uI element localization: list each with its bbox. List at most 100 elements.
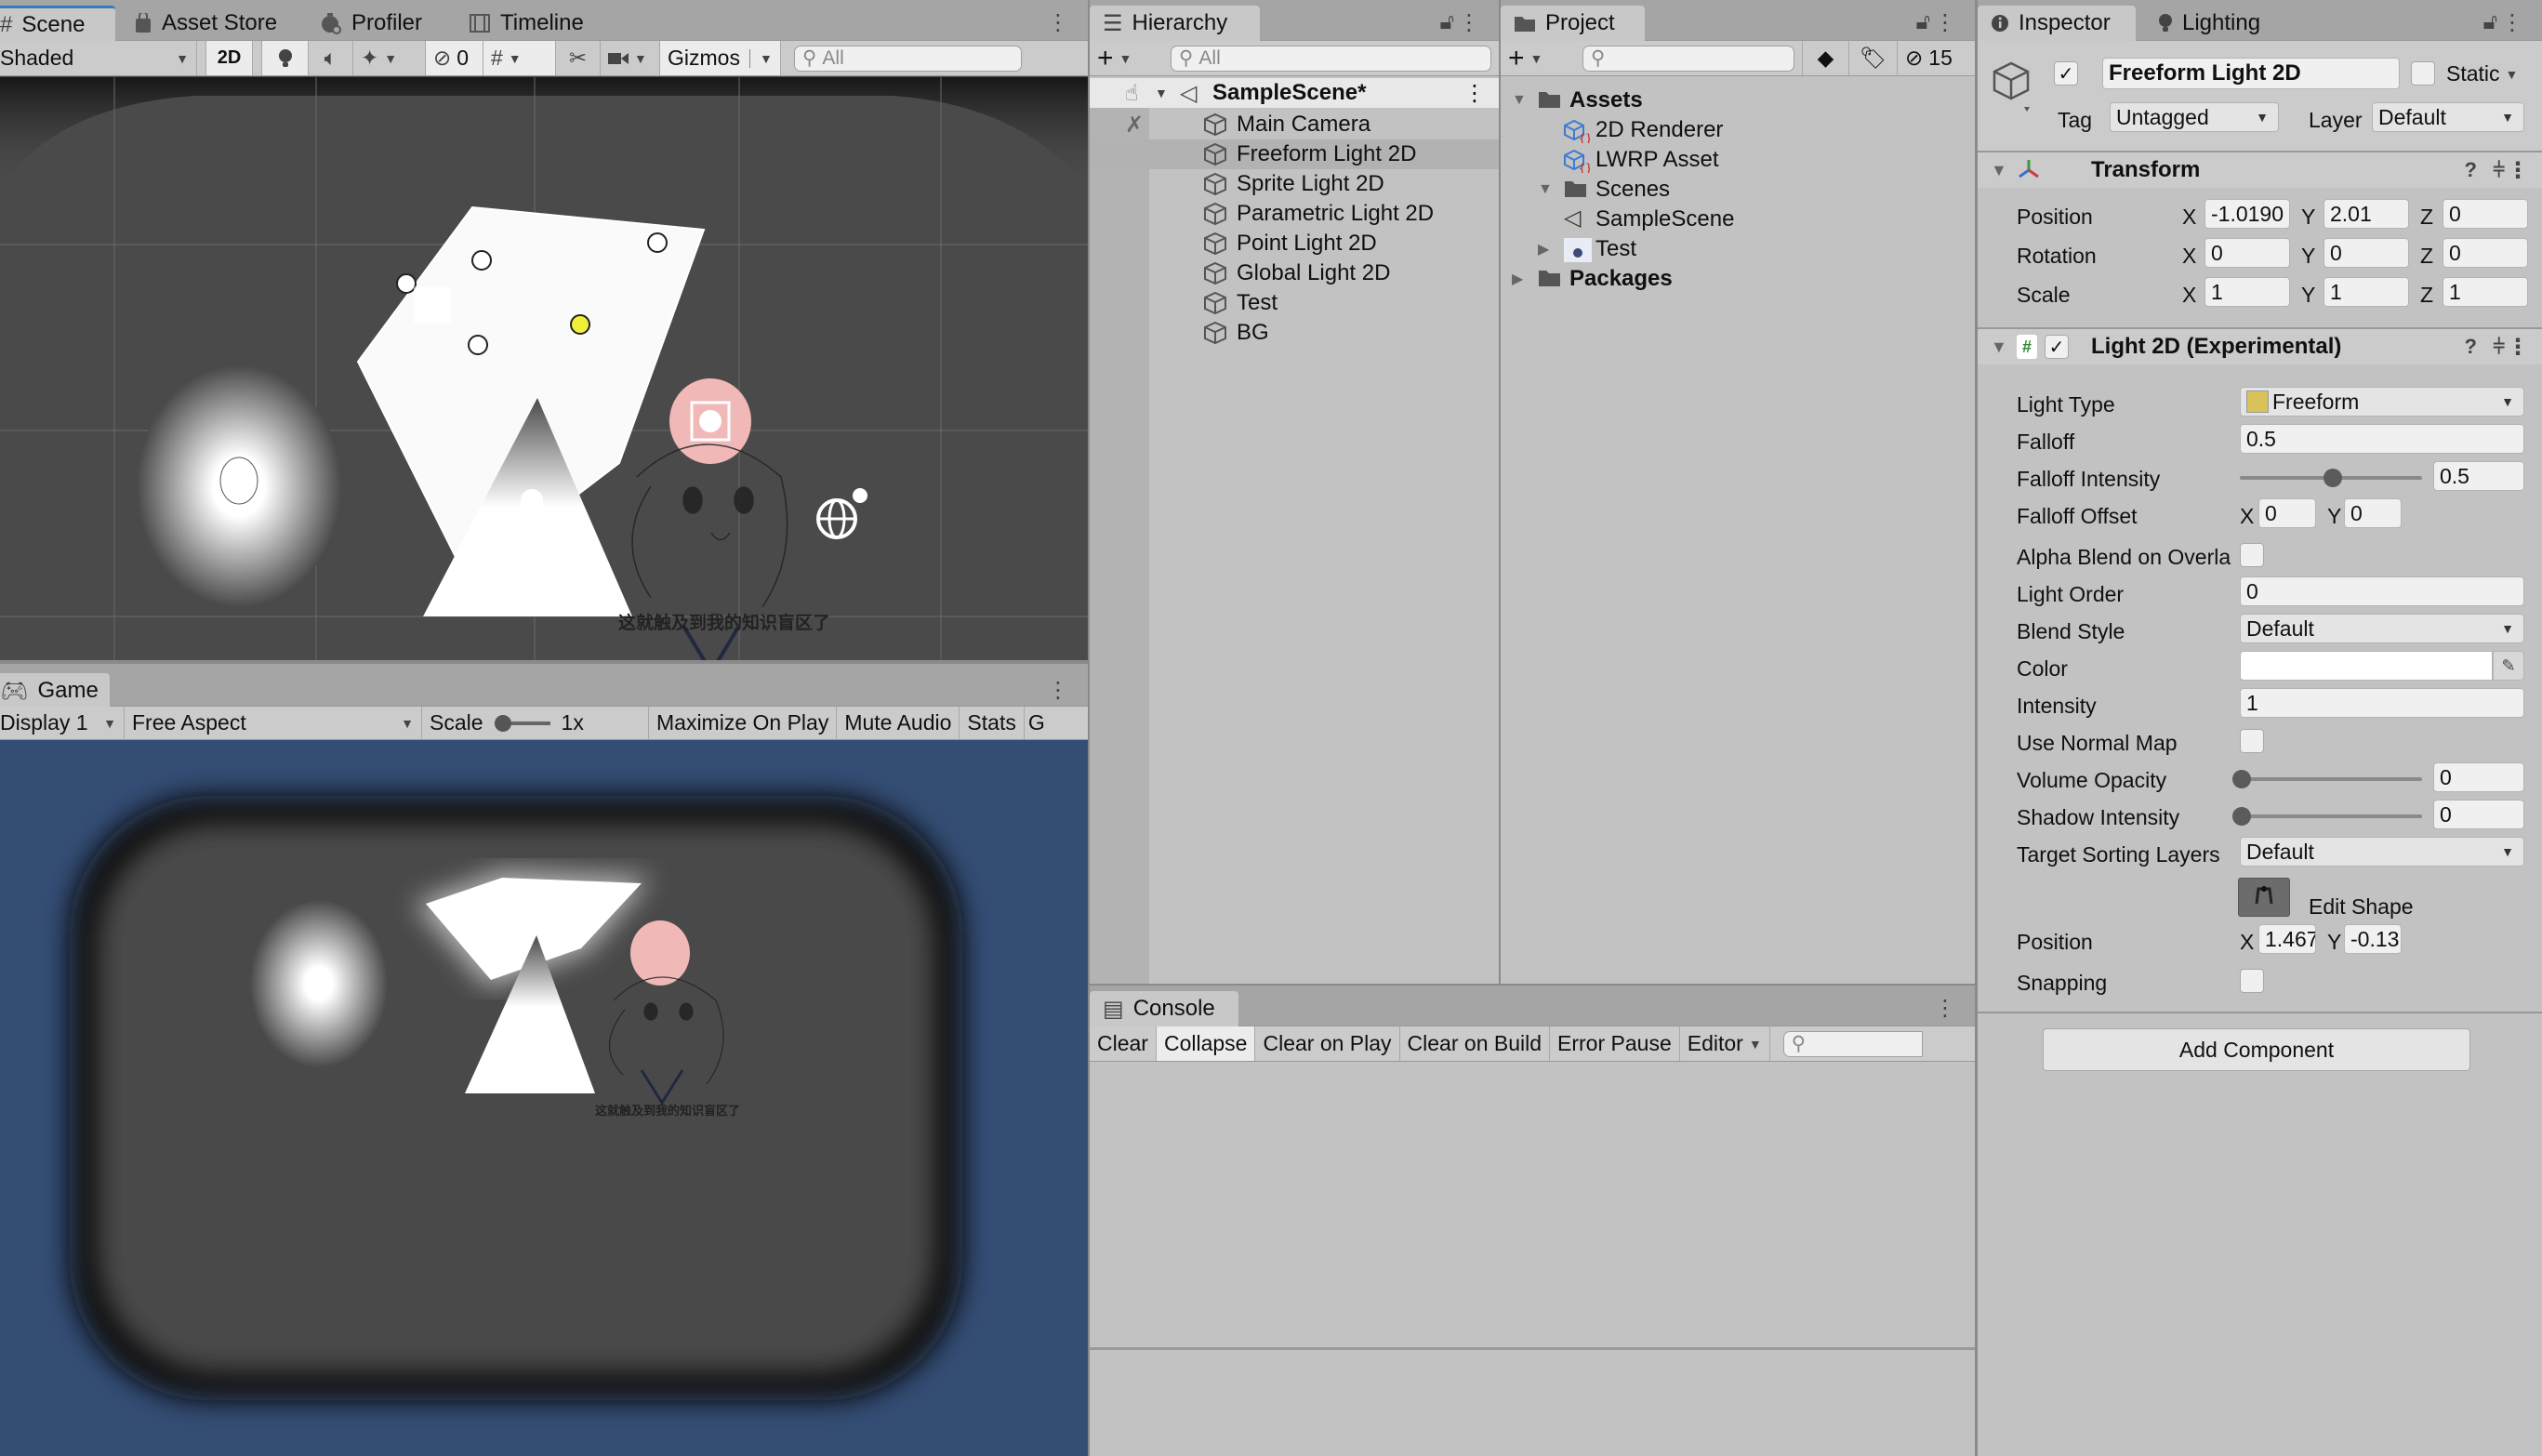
falloff-offset-y-field[interactable]: 0 — [2344, 498, 2402, 528]
kebab-menu-icon[interactable]: ⋮ — [1463, 80, 1486, 107]
project-search-input[interactable]: ⚲ — [1582, 45, 1794, 72]
scene-root-row[interactable]: ☝ ▼ ◁ SampleScene* ⋮ — [1090, 78, 1499, 108]
maximize-on-play-toggle[interactable]: Maximize On Play — [649, 707, 838, 739]
transform-rotation-x-field[interactable]: 0 — [2204, 238, 2290, 268]
filter-by-type-button[interactable]: ◆ — [1803, 41, 1849, 75]
volume-opacity-slider-knob[interactable] — [2232, 770, 2251, 788]
intensity-field[interactable]: 1 — [2240, 688, 2524, 718]
light-type-dropdown[interactable]: Freeform ▼ — [2240, 387, 2524, 417]
console-search-input[interactable]: ⚲ — [1782, 1030, 1923, 1057]
preset-sliders-icon[interactable]: ⫩ — [2493, 158, 2505, 182]
chevron-down-icon[interactable]: ▼ — [1991, 338, 2007, 357]
layer-dropdown[interactable]: Default ▼ — [2372, 102, 2524, 132]
scale-slider[interactable] — [494, 714, 550, 733]
shape-position-x-field[interactable]: 1.467 — [2258, 924, 2316, 954]
scene-fx-dropdown[interactable]: ✦ ▼ — [353, 41, 426, 75]
project-tree-item[interactable]: ▼ Assets — [1501, 86, 1975, 115]
shadow-intensity-slider-knob[interactable] — [2232, 807, 2251, 826]
tools-toggle[interactable]: ✂ — [556, 41, 601, 75]
chevron-right-icon[interactable]: ▶ — [1538, 240, 1549, 258]
console-detail-area[interactable] — [1090, 1353, 1975, 1456]
transform-position-y-field[interactable]: 2.01 — [2324, 199, 2409, 229]
tab-timeline[interactable]: Timeline — [456, 6, 597, 41]
static-checkbox[interactable] — [2411, 61, 2435, 86]
gameobject-cube-icon[interactable] — [1991, 60, 2033, 120]
snapping-checkbox[interactable] — [2240, 969, 2264, 993]
console-error-pause-toggle[interactable]: Error Pause — [1550, 1026, 1680, 1061]
shape-vertex-handle-selected[interactable] — [570, 314, 590, 335]
light-order-field[interactable]: 0 — [2240, 576, 2524, 606]
shape-vertex-handle[interactable] — [468, 335, 488, 355]
chevron-down-icon[interactable]: ▼ — [1155, 86, 1168, 100]
hierarchy-item[interactable]: Point Light 2D — [1090, 229, 1499, 258]
transform-header[interactable]: ▼ Transform ? ⫩ ⋮ — [1978, 151, 2542, 188]
console-clear-on-play-toggle[interactable]: Clear on Play — [1255, 1026, 1400, 1061]
hierarchy-item[interactable]: Global Light 2D — [1090, 258, 1499, 288]
game-viewport[interactable]: 这就触及到我的知识盲区了 — [0, 740, 1088, 1456]
transform-rotation-z-field[interactable]: 0 — [2443, 238, 2528, 268]
eyedropper-button[interactable]: ✎ — [2493, 651, 2524, 681]
project-tree-item[interactable]: ▶ Packages — [1501, 264, 1975, 294]
transform-scale-y-field[interactable]: 1 — [2324, 277, 2409, 307]
shape-vertex-handle[interactable] — [647, 232, 668, 253]
scene-audio-toggle[interactable]: 🔈︎ — [309, 41, 353, 75]
shape-position-y-field[interactable]: -0.13 — [2344, 924, 2402, 954]
add-component-button[interactable]: Add Component — [2043, 1028, 2470, 1071]
blend-style-dropdown[interactable]: Default ▼ — [2240, 614, 2524, 643]
chevron-down-icon[interactable]: ▼ — [1512, 92, 1527, 109]
gizmos-toggle[interactable]: G — [1025, 707, 1053, 739]
shadow-intensity-field[interactable]: 0 — [2433, 800, 2524, 829]
help-icon[interactable]: ? — [2465, 335, 2477, 359]
falloff-field[interactable]: 0.5 — [2240, 424, 2524, 454]
tab-inspector[interactable]: Inspector — [1978, 6, 2136, 41]
freeform-light-gizmo-icon[interactable] — [414, 286, 451, 324]
transform-position-x-field[interactable]: -1.0190 — [2204, 199, 2290, 229]
tab-console[interactable]: ▤ Console — [1090, 991, 1238, 1026]
transform-position-z-field[interactable]: 0 — [2443, 199, 2528, 229]
volume-opacity-field[interactable]: 0 — [2433, 762, 2524, 792]
aspect-dropdown[interactable]: Free Aspect ▼ — [125, 707, 422, 739]
hierarchy-item[interactable]: Freeform Light 2D — [1090, 139, 1499, 169]
chevron-right-icon[interactable]: ▶ — [1512, 270, 1523, 288]
toggle-2d-button[interactable]: 2D — [206, 41, 253, 75]
stats-toggle[interactable]: Stats — [960, 707, 1025, 739]
project-tree-item[interactable]: ▼ Scenes — [1501, 175, 1975, 205]
filter-by-label-button[interactable]: 🏷︎ — [1849, 41, 1898, 75]
falloff-offset-x-field[interactable]: 0 — [2258, 498, 2316, 528]
console-log-list[interactable] — [1090, 1062, 1975, 1350]
console-editor-dropdown[interactable]: Editor ▼ — [1680, 1026, 1770, 1061]
transform-scale-x-field[interactable]: 1 — [2204, 277, 2290, 307]
display-dropdown[interactable]: Display 1 ▼ — [0, 707, 125, 739]
kebab-menu-icon[interactable]: ⋮ — [1047, 9, 1069, 36]
shadow-intensity-slider-track[interactable] — [2240, 814, 2422, 818]
project-tree-item[interactable]: ▶ Test — [1501, 234, 1975, 264]
lock-icon[interactable]: 🔓︎ — [2482, 9, 2497, 35]
slider-knob[interactable] — [494, 714, 511, 732]
kebab-menu-icon[interactable]: ⋮ — [1458, 9, 1480, 36]
alpha-blend-checkbox[interactable] — [2240, 543, 2264, 567]
picking-hand-icon[interactable]: ☝ — [1125, 80, 1139, 107]
console-clear-on-build-toggle[interactable]: Clear on Build — [1400, 1026, 1551, 1061]
use-normal-map-checkbox[interactable] — [2240, 729, 2264, 753]
kebab-menu-icon[interactable]: ⋮ — [2507, 157, 2529, 184]
tag-dropdown[interactable]: Untagged ▼ — [2110, 102, 2279, 132]
hierarchy-item[interactable]: Sprite Light 2D — [1090, 169, 1499, 199]
hierarchy-search-input[interactable]: ⚲ All — [1171, 45, 1491, 72]
tab-lighting[interactable]: Lighting — [2145, 6, 2273, 41]
kebab-menu-icon[interactable]: ⋮ — [1934, 995, 1956, 1022]
falloff-intensity-slider-knob[interactable] — [2324, 469, 2342, 487]
hidden-packages-toggle[interactable]: ⊘ 15 — [1898, 41, 1960, 75]
kebab-menu-icon[interactable]: ⋮ — [2507, 334, 2529, 361]
point-light-gizmo-icon[interactable] — [219, 457, 258, 505]
kebab-menu-icon[interactable]: ⋮ — [1047, 677, 1069, 704]
tab-project[interactable]: Project — [1501, 6, 1645, 41]
gameobject-name-field[interactable]: Freeform Light 2D — [2102, 58, 2400, 89]
hierarchy-item[interactable]: Test — [1090, 288, 1499, 318]
tab-scene[interactable]: # Scene — [0, 6, 115, 41]
static-dropdown[interactable]: Static ▼ — [2446, 61, 2518, 86]
hierarchy-item[interactable]: ✗ Main Camera — [1090, 110, 1499, 139]
tab-asset-store[interactable]: Asset Store — [121, 6, 290, 41]
falloff-intensity-field[interactable]: 0.5 — [2433, 461, 2524, 491]
hidden-visibility-icon[interactable]: ✗ — [1125, 112, 1144, 139]
lock-icon[interactable]: 🔓︎ — [1915, 9, 1930, 35]
